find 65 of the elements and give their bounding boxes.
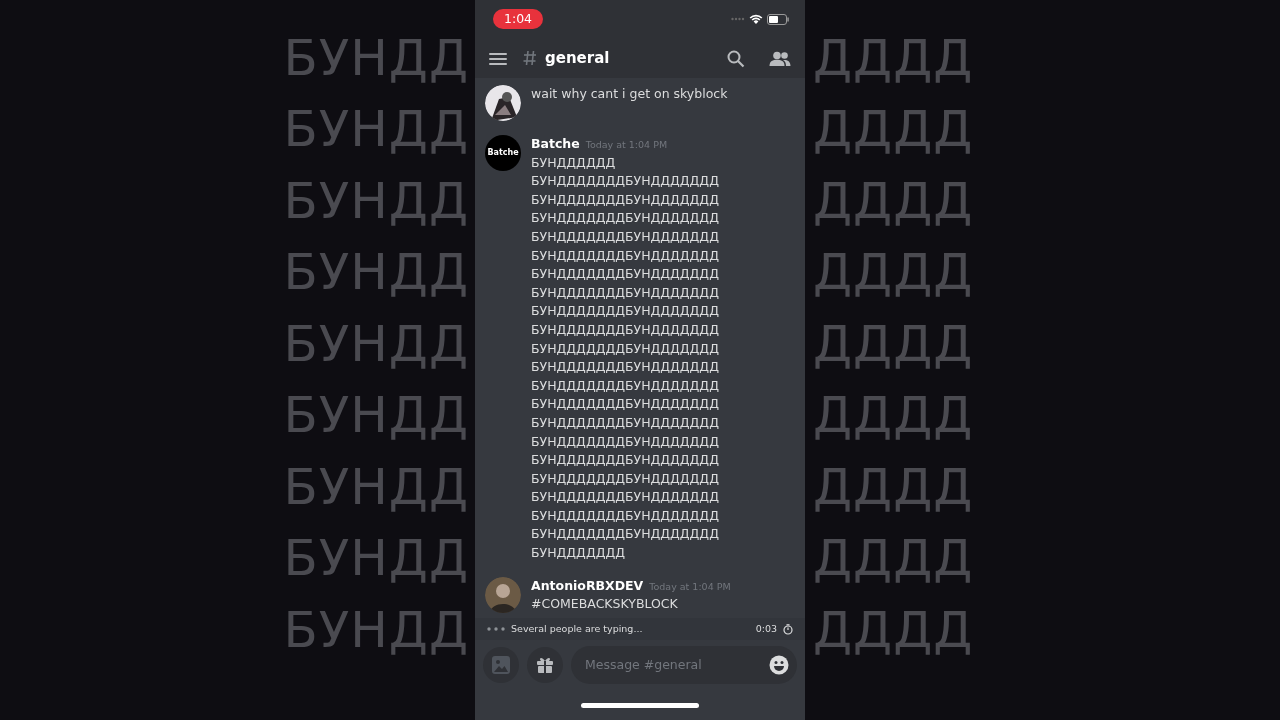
message-text: БУНДДДДДДДБУНДДДДДДД <box>531 265 719 284</box>
typing-indicator: Several people are typing... <box>511 621 643 636</box>
backdrop-text: ДДДД <box>813 104 974 155</box>
message-text: БУНДДДДДДД <box>531 544 626 563</box>
message-text: #COMEBACKSKYBLOCK <box>531 595 679 614</box>
message-text: БУНДДДДДДДБУНДДДДДДД <box>531 451 719 470</box>
backdrop-text: БУНДД <box>283 318 469 369</box>
message-text: БУНДДДДДДДБУНДДДДДДД <box>531 525 719 544</box>
backdrop-text: ДДДД <box>813 32 974 83</box>
backdrop-text: БУНДД <box>283 390 469 441</box>
status-time: 1:04 <box>493 8 544 30</box>
slowmode-timer: 0:03 <box>755 621 777 636</box>
backdrop-text: ДДДД <box>813 247 974 298</box>
message-text: wait why cant i get on skyblock <box>531 84 728 103</box>
message-text: БУНДДДДДДДБУНДДДДДДД <box>531 488 719 507</box>
wifi-icon <box>749 13 763 25</box>
hash-icon <box>523 50 537 66</box>
message-text: БУНДДДДДДДБУНДДДДДДД <box>531 395 719 414</box>
message-text: БУНДДДДДД <box>531 153 617 172</box>
backdrop-text: ДДДД <box>813 318 974 369</box>
message-text: БУНДДДДДДДБУНДДДДДДД <box>531 376 719 395</box>
timer-icon <box>783 623 793 635</box>
message-text: БУНДДДДДДДБУНДДДДДДД <box>531 302 719 321</box>
backdrop-text: БУНДД <box>283 604 469 655</box>
message-text: БУНДДДДДДДБУНДДДДДДД <box>531 246 719 265</box>
message-text: БУНДДДДДДДБУНДДДДДДД <box>531 172 719 191</box>
username: Batche <box>531 134 580 153</box>
backdrop-text: БУНДД <box>283 533 469 584</box>
message-text: БУНДДДДДДДБУНДДДДДДД <box>531 432 719 451</box>
signal-icon <box>731 17 745 21</box>
avatar[interactable] <box>485 576 521 613</box>
backdrop-text: БУНДД <box>283 104 469 155</box>
message-input[interactable]: Message #general <box>583 654 769 676</box>
backdrop-text: БУНДД <box>283 32 469 83</box>
backdrop-text: ДДДД <box>813 390 974 441</box>
message-text: БУНДДДДДДДБУНДДДДДДД <box>531 469 719 488</box>
backdrop-text: ДДДД <box>813 175 974 226</box>
channel-name: general <box>545 47 610 69</box>
backdrop-text: ДДДД <box>813 533 974 584</box>
backdrop-text: ДДДД <box>813 604 974 655</box>
message-text: БУНДДДДДДДБУНДДДДДДД <box>531 209 719 228</box>
gift-icon <box>536 656 554 674</box>
typing-dots-icon <box>487 627 505 631</box>
username: AntonioRBXDEV <box>531 576 644 595</box>
message-text: БУНДДДДДДДБУНДДДДДДД <box>531 190 719 209</box>
message-text: БУНДДДДДДДБУНДДДДДДД <box>531 413 719 432</box>
timestamp: Today at 1:04 PM <box>585 137 668 152</box>
home-indicator[interactable] <box>581 702 699 708</box>
backdrop-text: БУНДД <box>283 247 469 298</box>
battery-icon <box>767 13 789 25</box>
user-avatar: Batche <box>485 134 521 171</box>
gift-button[interactable] <box>527 647 563 683</box>
backdrop-text: ДДДД <box>813 461 974 512</box>
timestamp: Today at 1:04 PM <box>649 579 731 594</box>
message-text: БУНДДДДДДДБУНДДДДДДД <box>531 358 719 377</box>
message-text: БУНДДДДДДДБУНДДДДДДД <box>531 227 719 246</box>
message-field[interactable]: Message #general <box>571 646 797 684</box>
message-text: БУНДДДДДДДБУНДДДДДДД <box>531 320 719 339</box>
message-text: БУНДДДДДДДБУНДДДДДДД <box>531 506 719 525</box>
image-icon <box>492 656 510 674</box>
backdrop-text: БУНДД <box>283 175 469 226</box>
message-text: БУНДДДДДДДБУНДДДДДДД <box>531 339 719 358</box>
backdrop-text: БУНДД <box>283 461 469 512</box>
emoji-icon[interactable] <box>769 655 789 675</box>
message-text: БУНДДДДДДДБУНДДДДДДД <box>531 283 719 302</box>
